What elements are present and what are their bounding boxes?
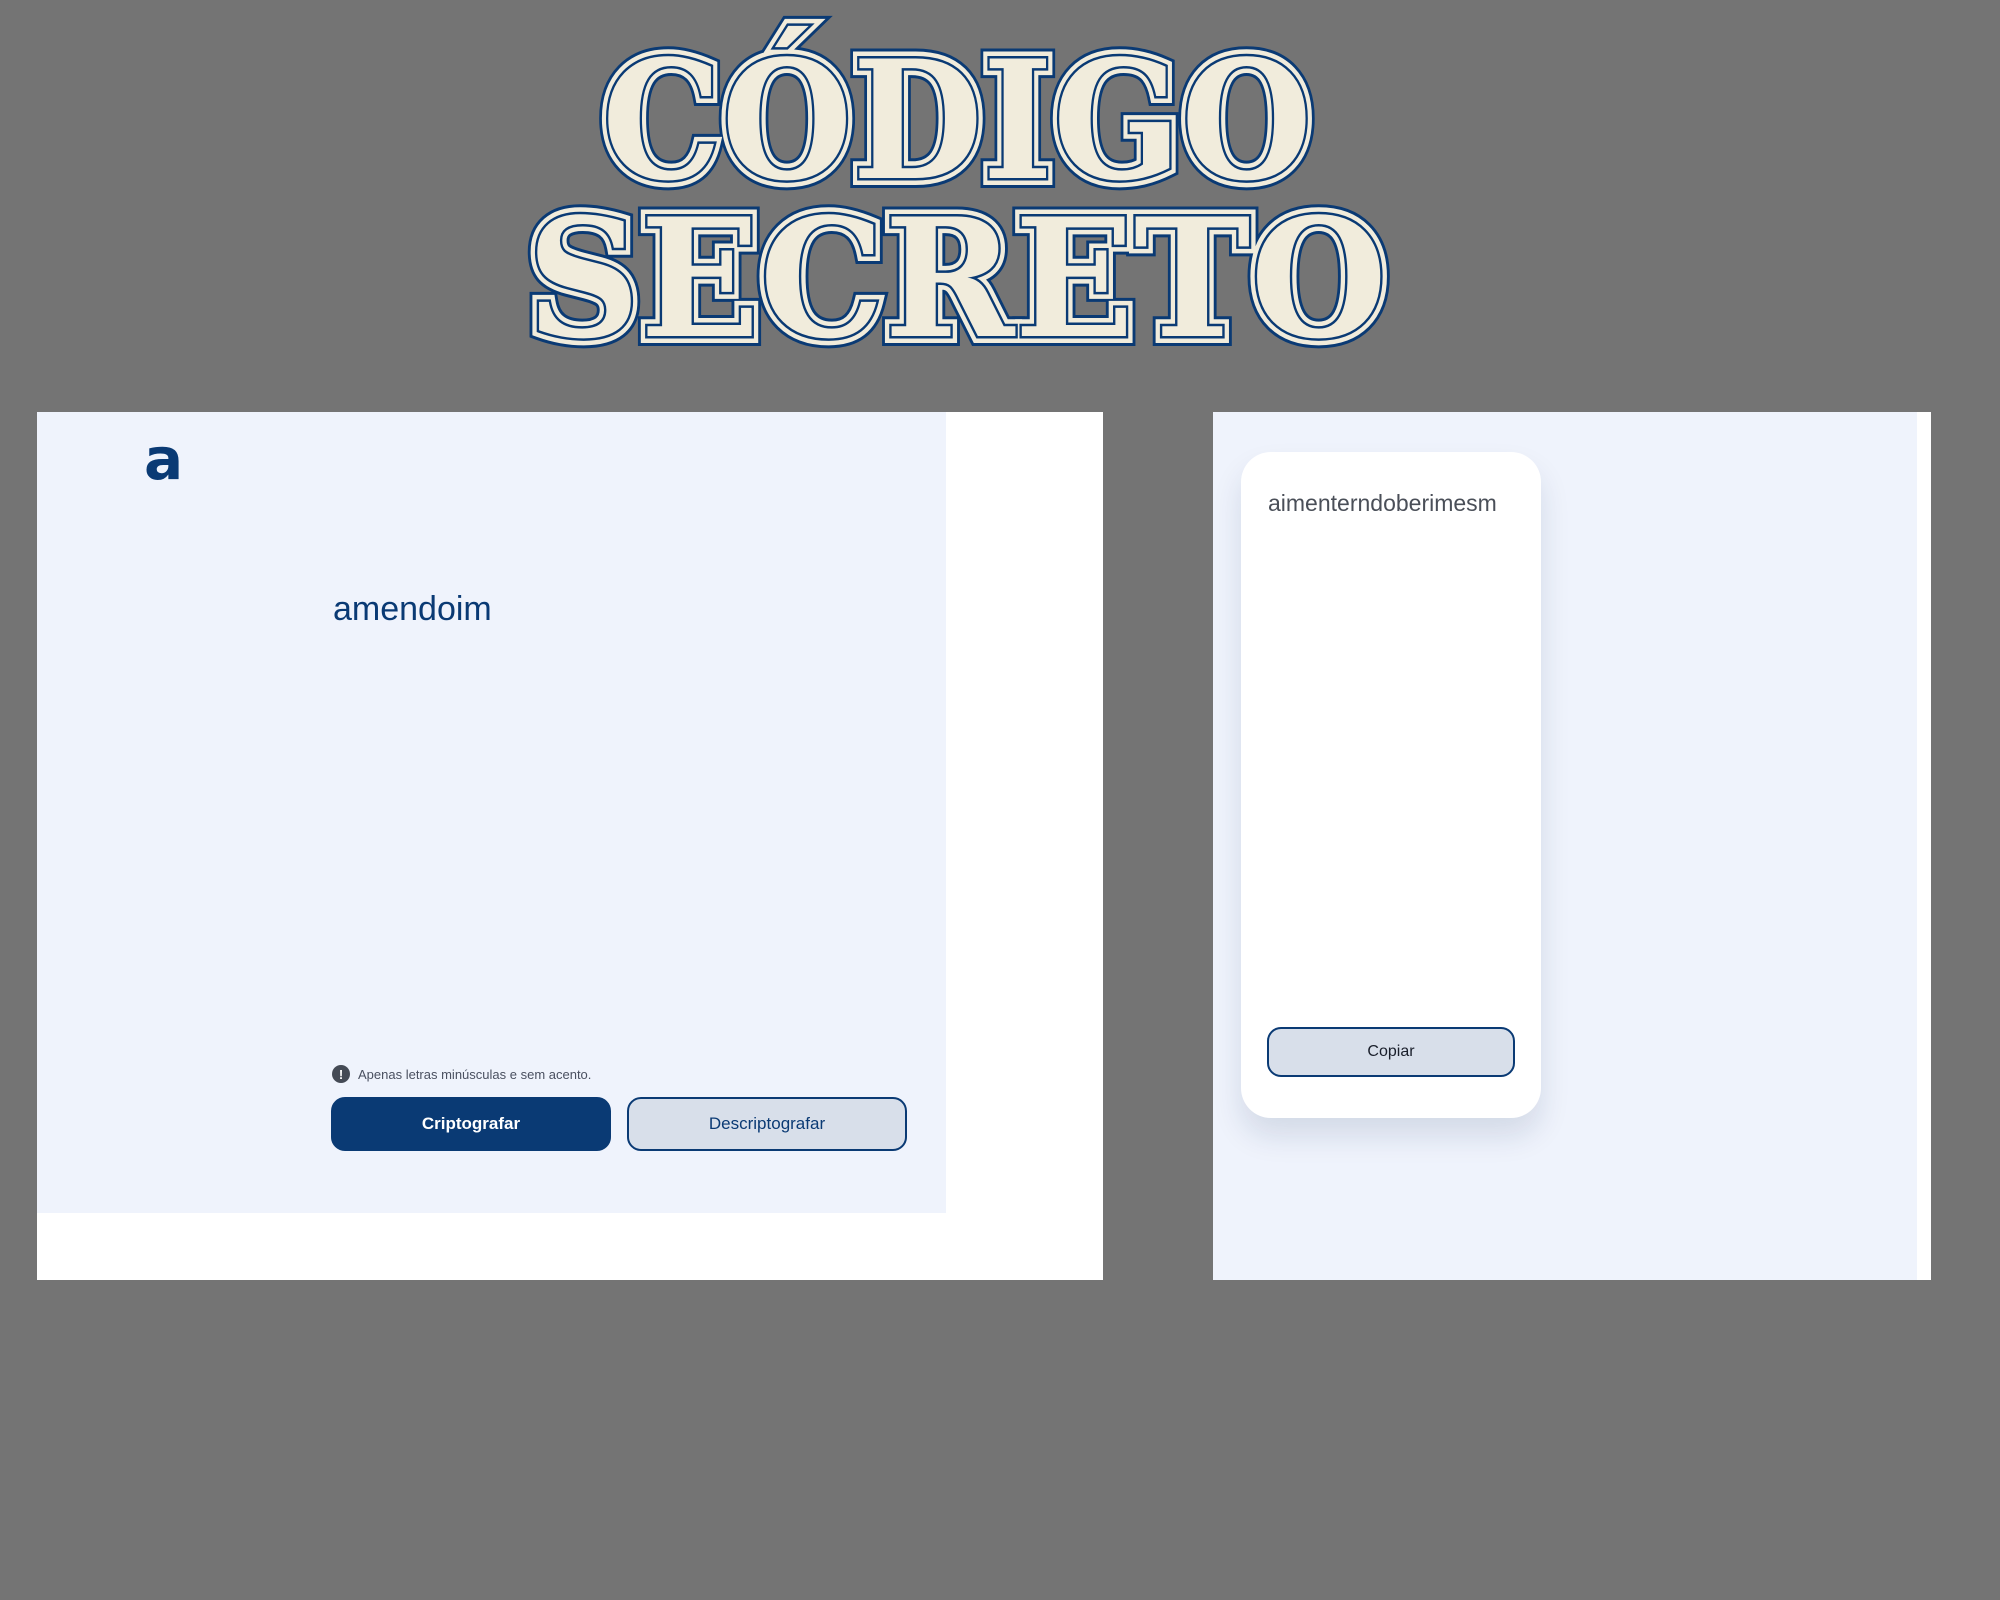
copy-button[interactable]: Copiar [1267, 1027, 1515, 1077]
alura-logo: a [144, 425, 184, 493]
output-screenshot-panel: aimenterndoberimesm Copiar [1213, 412, 1931, 1280]
decrypt-button[interactable]: Descriptografar [627, 1097, 907, 1151]
message-input[interactable]: amendoim [333, 590, 492, 629]
output-text: aimenterndoberimesm [1268, 490, 1497, 516]
output-area: aimenterndoberimesm Copiar [1213, 412, 1917, 1280]
hint-text: Apenas letras minúsculas e sem acento. [358, 1066, 592, 1082]
encrypt-screenshot-panel: a amendoim ! Apenas letras minúsculas e … [37, 412, 1103, 1280]
output-card: aimenterndoberimesm Copiar [1241, 452, 1541, 1118]
title-banner: CÓDIGO CÓDIGO CÓDIGO SECRETO SECRETO SEC… [0, 0, 2000, 380]
encrypt-button[interactable]: Criptografar [331, 1097, 611, 1151]
input-hint: ! Apenas letras minúsculas e sem acento. [332, 1065, 591, 1083]
title-line-2: SECRETO [527, 182, 1387, 375]
exclamation-circle-icon: ! [332, 1065, 350, 1083]
encrypt-area: a amendoim ! Apenas letras minúsculas e … [37, 412, 946, 1213]
